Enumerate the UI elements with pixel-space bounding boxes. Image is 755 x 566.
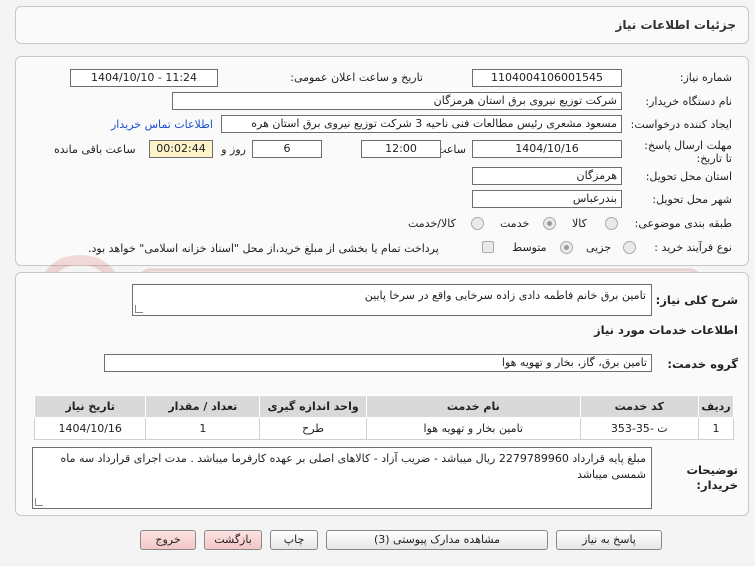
- col-header-need-date: تاریخ نیاز: [33, 395, 147, 418]
- city-label: شهر محل تحویل:: [652, 193, 732, 206]
- exit-button[interactable]: خروج: [140, 530, 196, 550]
- time-remaining-field: 00:02:44: [149, 140, 213, 158]
- buyer-notes-label: توضیحات خریدار:: [686, 463, 739, 492]
- view-attachments-button[interactable]: مشاهده مدارک پیوستی (3): [326, 530, 548, 550]
- buyer-notes-text: مبلغ پایه قرارداد 2279789960 ریال میباشد…: [60, 452, 646, 481]
- need-number-field[interactable]: 1104004106001545: [472, 69, 622, 87]
- announce-date-field[interactable]: 1404/10/10 - 11:24: [70, 69, 218, 87]
- table-row[interactable]: 1 ت -35-353 تامین بخار و تهویه هوا طرح 1…: [33, 417, 735, 440]
- col-header-service-code: کد خدمت: [579, 395, 699, 418]
- process-option-minor: جزیی: [586, 241, 612, 254]
- treasury-payment-note: پرداخت تمام یا بخشی از مبلغ خرید،از محل …: [88, 242, 439, 255]
- category-option-service: خدمت: [500, 217, 530, 230]
- cell-need-date: 1404/10/16: [33, 417, 147, 440]
- time-remaining-label: ساعت باقی مانده: [54, 143, 136, 156]
- service-group-field[interactable]: تامین برق، گاز، بخار و تهویه هوا: [104, 354, 652, 372]
- cell-row-number: 1: [697, 417, 735, 440]
- deadline-time-field[interactable]: 12:00: [361, 140, 441, 158]
- cell-unit: طرح: [259, 417, 367, 440]
- summary-textarea[interactable]: تامین برق خانم فاطمه دادی زاده سرخایی وا…: [132, 284, 652, 316]
- service-group-label: گروه خدمت:: [667, 357, 738, 371]
- category-radio-service[interactable]: [543, 217, 556, 230]
- creator-label: ایجاد کننده درخواست:: [630, 118, 732, 131]
- process-option-medium: متوسط: [512, 241, 547, 254]
- city-field[interactable]: بندرعباس: [472, 190, 622, 208]
- cell-service-code: ت -35-353: [579, 417, 699, 440]
- buyer-org-label: نام دستگاه خریدار:: [645, 95, 732, 108]
- services-section-title: اطلاعات خدمات مورد نیاز: [594, 323, 738, 337]
- category-label: طبقه بندی موضوعی:: [634, 217, 732, 230]
- cell-quantity: 1: [145, 417, 261, 440]
- summary-label: شرح کلی نیاز:: [655, 293, 738, 307]
- process-type-label: نوع فرآیند خرید :: [654, 241, 732, 254]
- buyer-org-field[interactable]: شرکت توزیع نیروی برق استان هرمزگان: [172, 92, 622, 110]
- category-radio-goods-service[interactable]: [471, 217, 484, 230]
- province-label: استان محل تحویل:: [645, 170, 732, 183]
- col-header-quantity: تعداد / مقدار: [145, 395, 261, 418]
- category-radio-goods[interactable]: [605, 217, 618, 230]
- table-header-row: ردیف کد خدمت نام خدمت واحد اندازه گیری ت…: [33, 395, 735, 418]
- announce-date-label: تاریخ و ساعت اعلان عمومی:: [290, 71, 423, 84]
- services-table: ردیف کد خدمت نام خدمت واحد اندازه گیری ت…: [33, 395, 735, 440]
- need-number-label: شماره نیاز:: [679, 71, 732, 84]
- deadline-label: مهلت ارسال پاسخ: تا تاریخ:: [644, 139, 732, 165]
- reply-button[interactable]: پاسخ به نیاز: [556, 530, 662, 550]
- col-header-row-number: ردیف: [697, 395, 735, 418]
- cell-service-name: تامین بخار و تهویه هوا: [365, 417, 581, 440]
- days-label: روز و: [221, 143, 246, 156]
- resize-handle-icon[interactable]: [135, 305, 143, 313]
- category-option-goods-service: کالا/خدمت: [408, 217, 456, 230]
- print-button[interactable]: چاپ: [270, 530, 318, 550]
- deadline-date-field[interactable]: 1404/10/16: [472, 140, 622, 158]
- category-option-goods: کالا: [572, 217, 587, 230]
- services-panel: شرح کلی نیاز: تامین برق خانم فاطمه دادی …: [15, 272, 749, 516]
- need-info-panel: شماره نیاز: 1104004106001545 تاریخ و ساع…: [15, 56, 749, 266]
- resize-handle-icon[interactable]: [35, 498, 43, 506]
- treasury-payment-checkbox[interactable]: [482, 241, 494, 253]
- buyer-contact-link[interactable]: اطلاعات تماس خریدار: [111, 118, 213, 131]
- col-header-service-name: نام خدمت: [365, 395, 581, 418]
- buyer-notes-textarea[interactable]: مبلغ پایه قرارداد 2279789960 ریال میباشد…: [32, 447, 652, 509]
- back-button[interactable]: بازگشت: [204, 530, 262, 550]
- summary-text: تامین برق خانم فاطمه دادی زاده سرخایی وا…: [364, 289, 646, 302]
- creator-field[interactable]: مسعود مشعری رئیس مطالعات فنی ناحیه 3 شرک…: [221, 115, 622, 133]
- page-title: جزئیات اطلاعات نیاز: [615, 18, 736, 32]
- days-remaining-field[interactable]: 6: [252, 140, 322, 158]
- process-radio-minor[interactable]: [623, 241, 636, 254]
- col-header-unit: واحد اندازه گیری: [259, 395, 367, 418]
- title-bar: جزئیات اطلاعات نیاز: [15, 6, 749, 44]
- province-field[interactable]: هرمزگان: [472, 167, 622, 185]
- process-radio-medium[interactable]: [560, 241, 573, 254]
